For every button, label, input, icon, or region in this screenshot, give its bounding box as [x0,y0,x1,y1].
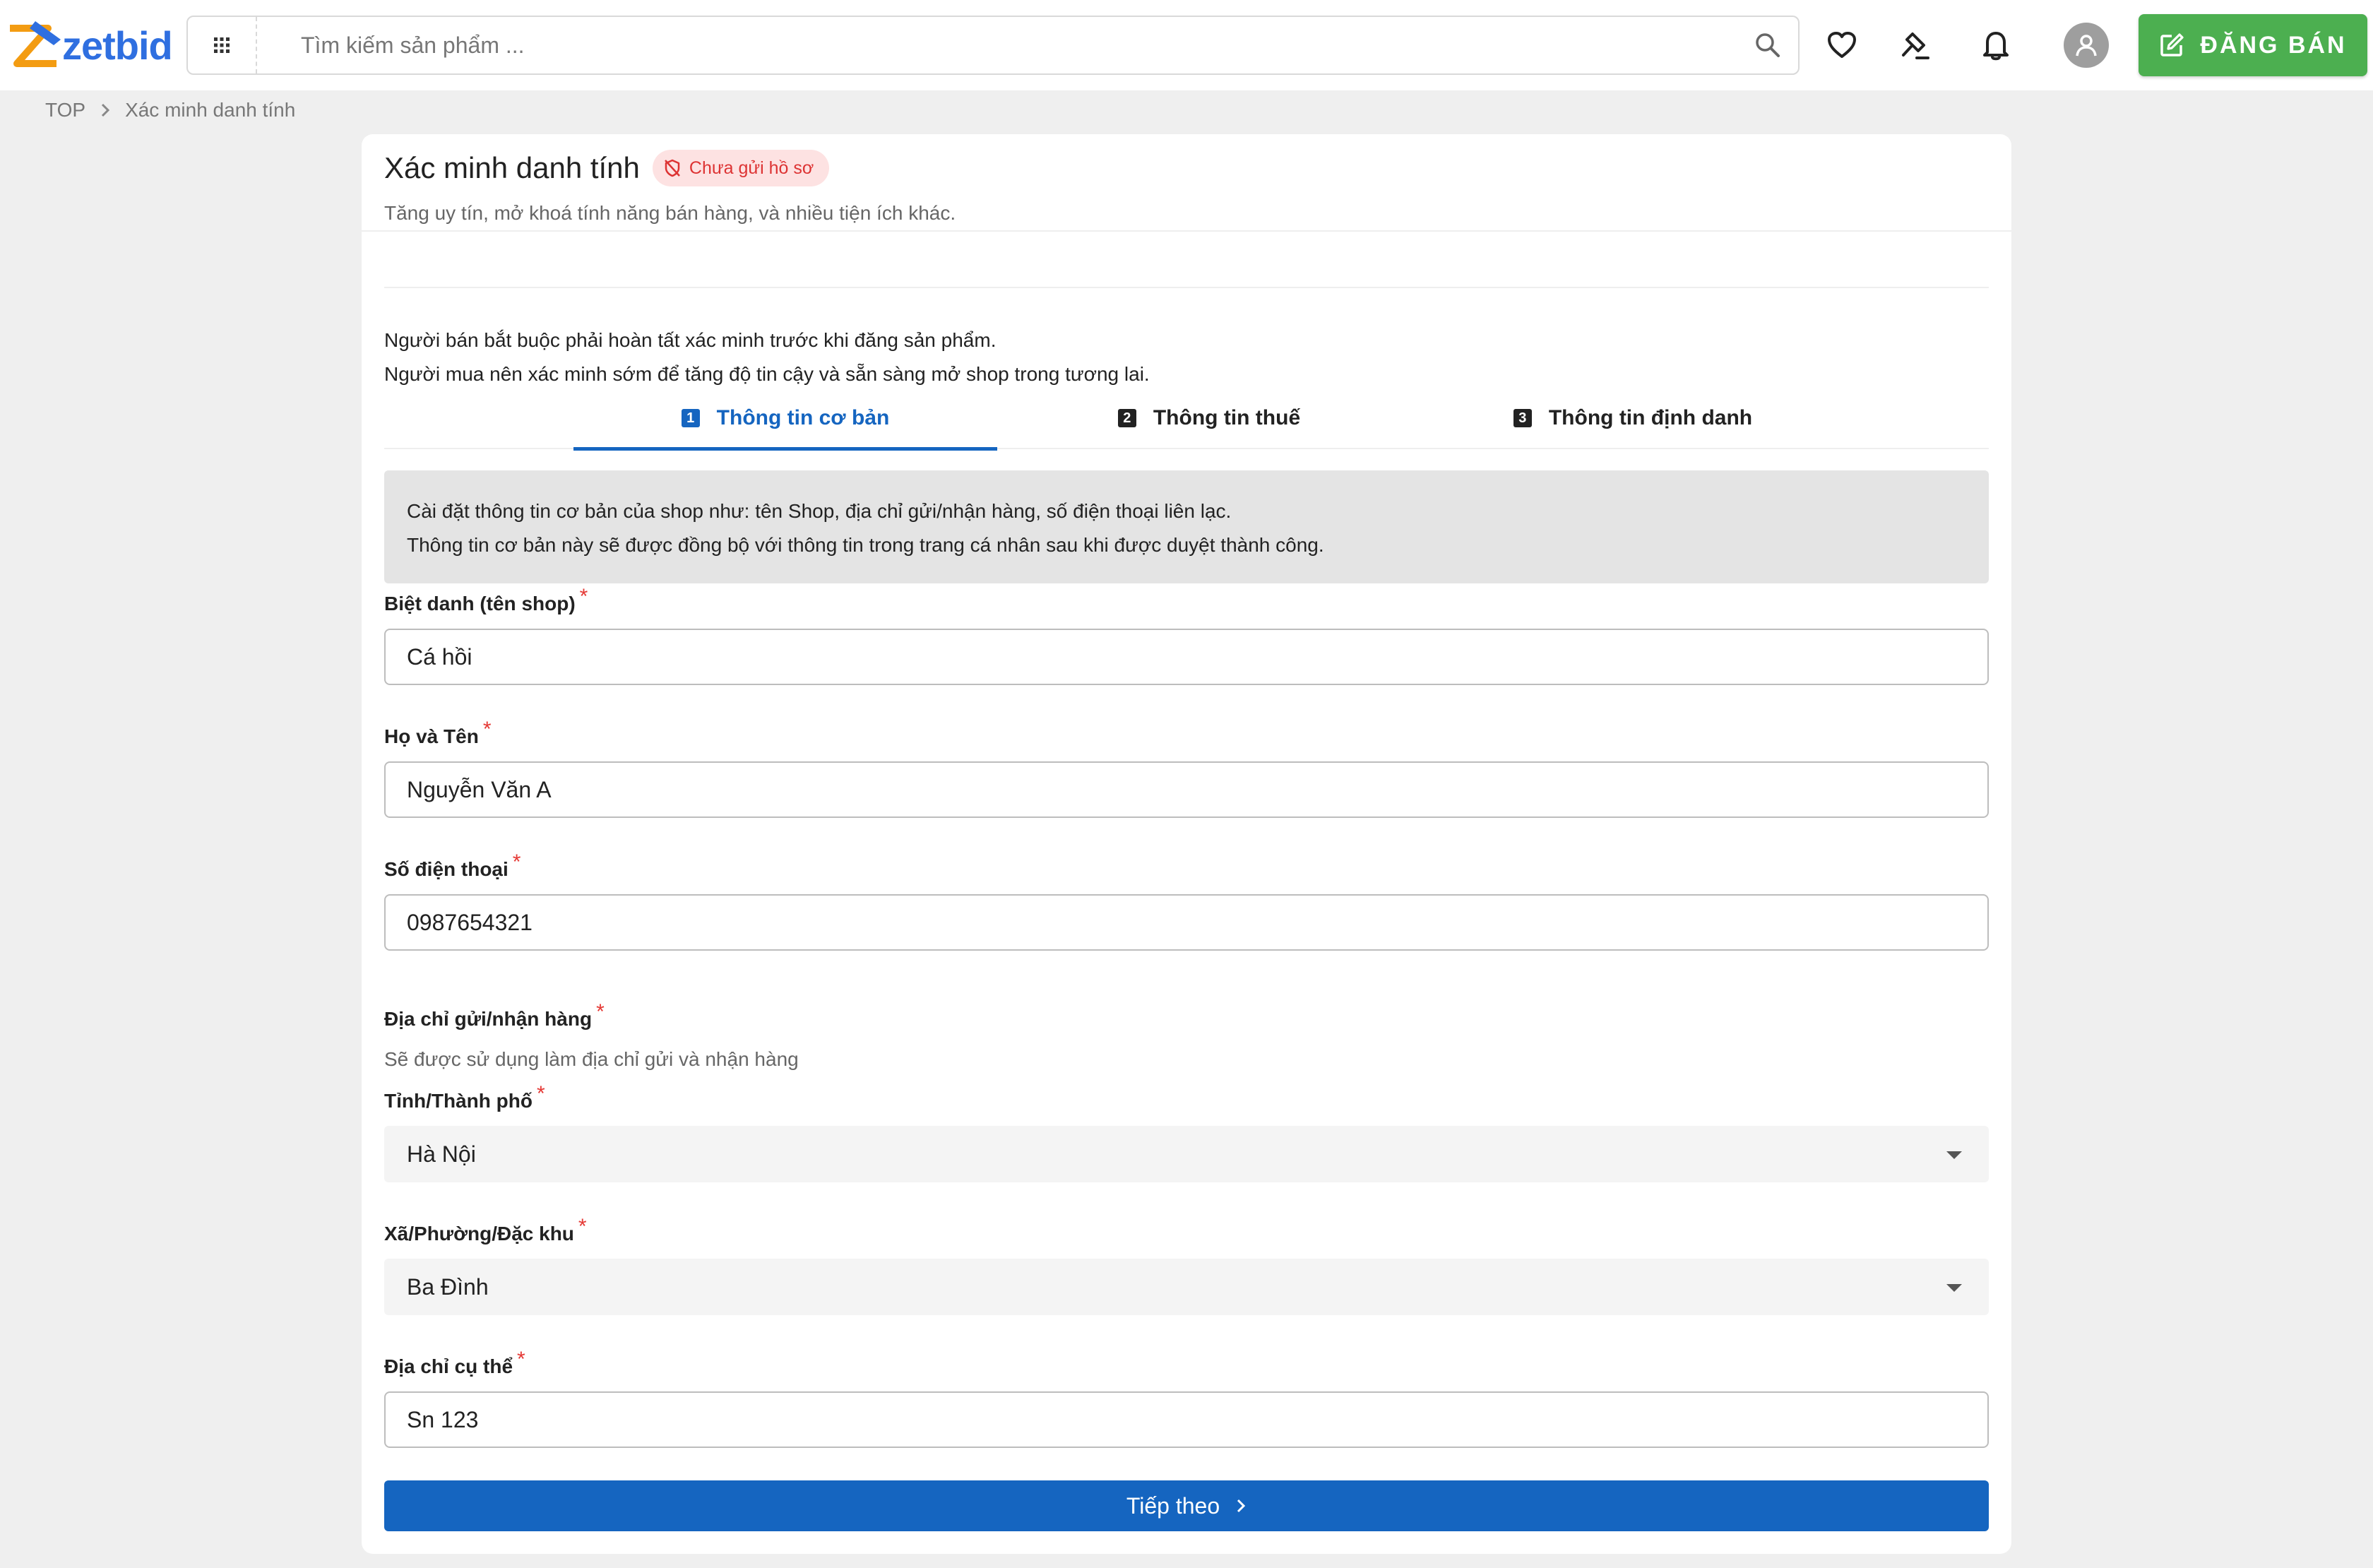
search-bar [186,16,1800,75]
phone-input[interactable] [384,894,1989,951]
search-button[interactable] [1737,17,1798,73]
next-button[interactable]: Tiếp theo [384,1480,1989,1531]
required-mark: * [578,1215,587,1238]
required-mark: * [596,1000,605,1023]
step-tabs: 1 Thông tin cơ bản 2 Thông tin thuế 3 Th… [384,387,1989,451]
street-label-text: Địa chỉ cụ thể [384,1355,513,1377]
status-badge-text: Chưa gửi hồ sơ [689,158,814,178]
shield-off-icon [664,159,680,177]
tab-basic-info[interactable]: 1 Thông tin cơ bản [573,387,997,451]
caret-down-icon [1946,1151,1962,1159]
search-icon [1756,33,1780,57]
required-mark: * [536,1082,545,1105]
tab-number: 2 [1117,409,1136,427]
intro-line: Người mua nên xác minh sớm để tăng độ ti… [384,363,1150,385]
heart-icon [1828,32,1856,58]
phone-label-text: Số điện thoại [384,858,509,880]
verification-card: Xác minh danh tính Chưa gửi hồ sơ Tăng u… [362,134,2011,1554]
tab-tax-info[interactable]: 2 Thông tin thuế [997,387,1421,449]
auction-button[interactable] [1893,23,1938,68]
bell-icon [1983,32,2009,61]
info-box: Cài đặt thông tin cơ bản của shop như: t… [384,470,1989,583]
ward-selected-value: Ba Đình [407,1273,489,1300]
fullname-input[interactable] [384,761,1989,818]
intro-text: Người bán bắt buộc phải hoàn tất xác min… [384,323,1150,391]
address-section-label: Địa chỉ gửi/nhận hàng * [384,1000,605,1031]
breadcrumb: TOP Xác minh danh tính [45,99,295,121]
required-mark: * [579,585,588,608]
notifications-button[interactable] [1973,23,2018,68]
street-input[interactable] [384,1391,1989,1448]
user-avatar-icon [2076,35,2097,57]
apps-grid-icon [214,37,230,53]
info-line: Thông tin cơ bản này sẽ được đồng bộ với… [407,534,1324,556]
tab-label: Thông tin thuế [1153,406,1301,429]
address-section-label-text: Địa chỉ gửi/nhận hàng [384,1008,593,1030]
breadcrumb-top-link[interactable]: TOP [45,99,85,121]
required-mark: * [482,718,492,741]
phone-label: Số điện thoại * [384,850,521,881]
info-line: Cài đặt thông tin cơ bản của shop như: t… [407,500,1232,522]
user-avatar[interactable] [2064,23,2109,68]
tab-label: Thông tin định danh [1548,406,1753,429]
province-label-text: Tỉnh/Thành phố [384,1090,533,1112]
fullname-label: Họ và Tên * [384,718,492,749]
card-header: Xác minh danh tính Chưa gửi hồ sơ [384,150,830,186]
zetbid-logo[interactable]: zetbid [7,18,173,72]
sell-button-label: ĐĂNG BÁN [2200,31,2347,59]
nickname-label: Biệt danh (tên shop) * [384,585,588,616]
province-select[interactable]: Hà Nội [384,1126,1989,1182]
nickname-label-text: Biệt danh (tên shop) [384,593,576,614]
province-selected-value: Hà Nội [407,1141,476,1167]
favorites-button[interactable] [1819,23,1865,68]
apps-grid-button[interactable] [188,17,257,73]
tab-number: 1 [681,409,700,427]
chevron-right-icon [1237,1499,1246,1513]
search-input[interactable] [257,17,1737,73]
nickname-input[interactable] [384,629,1989,685]
intro-line: Người bán bắt buộc phải hoàn tất xác min… [384,329,997,351]
top-header: zetbid Tìm kiếm sản phẩm ... ĐĂNG BÁN [0,0,2373,90]
tab-label: Thông tin cơ bản [716,406,890,429]
page-title: Xác minh danh tính [384,151,640,184]
breadcrumb-current: Xác minh danh tính [125,99,296,121]
gavel-icon [1902,32,1929,59]
ward-label: Xã/Phường/Đặc khu * [384,1215,587,1246]
section-divider [384,287,1989,288]
chevron-right-icon [100,102,111,118]
address-helper-text: Sẽ được sử dụng làm địa chỉ gửi và nhận … [384,1048,799,1070]
required-mark: * [512,850,521,874]
status-badge: Chưa gửi hồ sơ [652,150,830,186]
caret-down-icon [1946,1284,1962,1292]
street-label: Địa chỉ cụ thể * [384,1348,525,1379]
logo-text: zetbid [62,23,173,68]
tab-identity-info[interactable]: 3 Thông tin định danh [1421,387,1845,449]
fullname-label-text: Họ và Tên [384,725,479,747]
page-subtitle: Tăng uy tín, mở khoá tính năng bán hàng,… [384,202,956,224]
logo-mark-icon [10,21,61,67]
sell-button[interactable]: ĐĂNG BÁN [2139,14,2367,76]
header-divider [362,230,2011,232]
ward-select[interactable]: Ba Đình [384,1259,1989,1315]
next-button-label: Tiếp theo [1126,1492,1220,1519]
ward-label-text: Xã/Phường/Đặc khu [384,1223,574,1245]
required-mark: * [517,1348,525,1371]
tab-number: 3 [1513,409,1532,427]
edit-icon [2160,33,2184,57]
province-label: Tỉnh/Thành phố * [384,1082,545,1113]
